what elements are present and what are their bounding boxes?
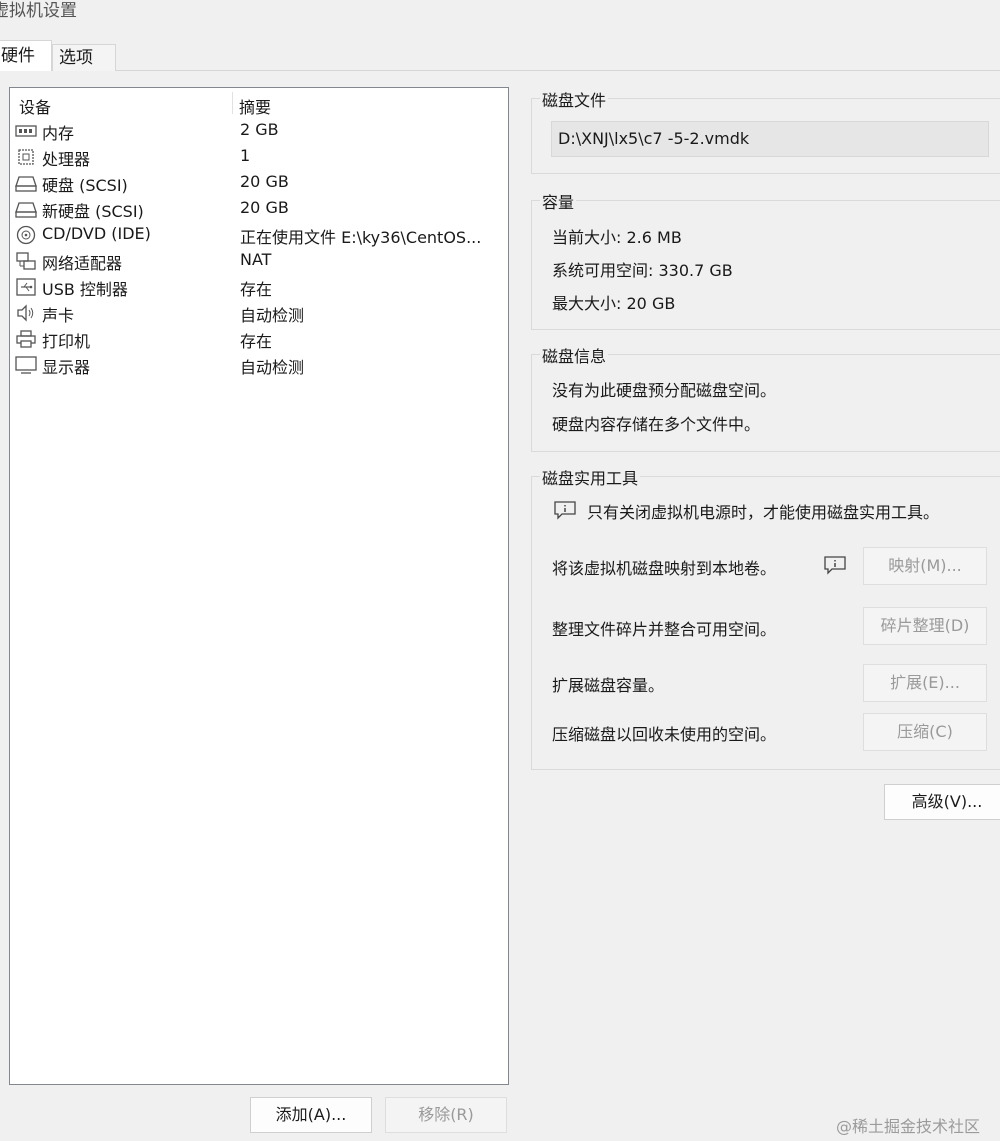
device-name: 处理器	[42, 150, 91, 169]
memory-icon	[15, 121, 37, 141]
tab-options[interactable]: 选项	[52, 44, 116, 71]
watermark: @稀土掘金技术社区	[836, 1117, 981, 1136]
remove-button[interactable]: 移除(R)	[385, 1097, 507, 1133]
device-name: USB 控制器	[42, 280, 128, 299]
device-summary: 自动检测	[240, 358, 305, 377]
disk-utilities-title: 磁盘实用工具	[540, 465, 641, 489]
device-name: 打印机	[42, 332, 91, 351]
device-row-cd-dvd[interactable]: CD/DVD (IDE) 正在使用文件 E:\ky36\CentOS...	[10, 222, 508, 248]
device-row-network-adapter[interactable]: 网络适配器 NAT	[10, 248, 508, 274]
disk-info-line-2: 硬盘内容存储在多个文件中。	[552, 415, 761, 434]
speaker-icon	[15, 303, 37, 323]
device-name: 新硬盘 (SCSI)	[42, 202, 144, 221]
current-size: 当前大小: 2.6 MB	[552, 224, 682, 248]
device-summary: 正在使用文件 E:\ky36\CentOS...	[240, 228, 482, 247]
expand-button[interactable]: 扩展(E)...	[863, 664, 987, 702]
disk-info-group: 磁盘信息 没有为此硬盘预分配磁盘空间。 硬盘内容存储在多个文件中。	[531, 343, 1000, 452]
available-space: 系统可用空间: 330.7 GB	[552, 257, 733, 281]
compact-description: 压缩磁盘以回收未使用的空间。	[552, 725, 777, 744]
map-description: 将该虚拟机磁盘映射到本地卷。	[552, 559, 777, 578]
current-size-value: 2.6 MB	[626, 228, 682, 247]
capacity-group: 容量 当前大小: 2.6 MB 系统可用空间: 330.7 GB 最大大小: 2…	[531, 189, 1000, 330]
device-row-display[interactable]: 显示器 自动检测	[10, 352, 508, 378]
current-size-label: 当前大小:	[552, 228, 622, 247]
device-summary: 存在	[240, 332, 273, 351]
capacity-title: 容量	[540, 189, 577, 213]
cd-dvd-icon	[15, 225, 37, 245]
hard-disk-icon	[15, 199, 37, 219]
device-name: 显示器	[42, 358, 91, 377]
max-size: 最大大小: 20 GB	[552, 290, 675, 314]
column-separator	[232, 92, 233, 114]
cpu-icon	[15, 147, 37, 167]
device-summary: 20 GB	[240, 198, 289, 217]
usb-icon	[15, 277, 37, 297]
available-space-value: 330.7 GB	[658, 261, 733, 280]
device-summary: 20 GB	[240, 172, 289, 191]
disk-file-title: 磁盘文件	[540, 87, 609, 111]
printer-icon	[15, 329, 37, 349]
column-header-summary[interactable]: 摘要	[239, 94, 271, 118]
device-name: 内存	[42, 124, 75, 143]
info-icon[interactable]	[823, 555, 847, 575]
device-row-usb-controller[interactable]: USB 控制器 存在	[10, 274, 508, 300]
device-row-sound-card[interactable]: 声卡 自动检测	[10, 300, 508, 326]
device-row-hard-disk[interactable]: 硬盘 (SCSI) 20 GB	[10, 170, 508, 196]
device-row-printer[interactable]: 打印机 存在	[10, 326, 508, 352]
device-summary: 2 GB	[240, 120, 279, 139]
device-summary: 自动检测	[240, 306, 305, 325]
compact-button[interactable]: 压缩(C)	[863, 713, 987, 751]
device-row-new-hard-disk[interactable]: 新硬盘 (SCSI) 20 GB	[10, 196, 508, 222]
map-button[interactable]: 映射(M)...	[863, 547, 987, 585]
device-name: 硬盘 (SCSI)	[42, 176, 128, 195]
device-row-processor[interactable]: 处理器 1	[10, 144, 508, 170]
device-summary: 存在	[240, 280, 273, 299]
add-button[interactable]: 添加(A)...	[250, 1097, 372, 1133]
device-summary: NAT	[240, 250, 272, 269]
info-icon	[553, 500, 577, 520]
device-name: 声卡	[42, 306, 75, 325]
defrag-description: 整理文件碎片并整合可用空间。	[552, 620, 777, 639]
max-size-label: 最大大小:	[552, 294, 622, 313]
advanced-button[interactable]: 高级(V)...	[884, 784, 1000, 820]
device-summary: 1	[240, 146, 251, 165]
device-name: 网络适配器	[42, 254, 123, 273]
disk-file-group: 磁盘文件 D:\XNJ\lx5\c7 -5-2.vmdk	[531, 87, 1000, 174]
window-title: 虚拟机设置	[0, 1, 77, 21]
power-off-notice: 只有关闭虚拟机电源时，才能使用磁盘实用工具。	[587, 503, 940, 522]
tab-hardware[interactable]: 硬件	[0, 40, 52, 71]
display-icon	[15, 355, 37, 375]
defragment-button[interactable]: 碎片整理(D)	[863, 607, 987, 645]
disk-info-line-1: 没有为此硬盘预分配磁盘空间。	[552, 381, 777, 400]
device-row-memory[interactable]: 内存 2 GB	[10, 118, 508, 144]
expand-description: 扩展磁盘容量。	[552, 676, 665, 695]
column-header-device[interactable]: 设备	[19, 94, 51, 118]
max-size-value: 20 GB	[626, 294, 676, 313]
device-name: CD/DVD (IDE)	[42, 224, 151, 243]
disk-info-title: 磁盘信息	[540, 343, 609, 367]
disk-utilities-group: 磁盘实用工具 只有关闭虚拟机电源时，才能使用磁盘实用工具。 将该虚拟机磁盘映射到…	[531, 465, 1000, 770]
available-space-label: 系统可用空间:	[552, 261, 654, 280]
hard-disk-icon	[15, 173, 37, 193]
device-list[interactable]: 设备 摘要 内存 2 GB 处理器 1 硬盘 (SCSI) 20 GB 新硬盘 …	[9, 87, 509, 1085]
disk-file-path-field[interactable]: D:\XNJ\lx5\c7 -5-2.vmdk	[551, 121, 989, 157]
tab-bar: 硬件 选项	[0, 40, 1000, 71]
network-adapter-icon	[15, 251, 37, 271]
